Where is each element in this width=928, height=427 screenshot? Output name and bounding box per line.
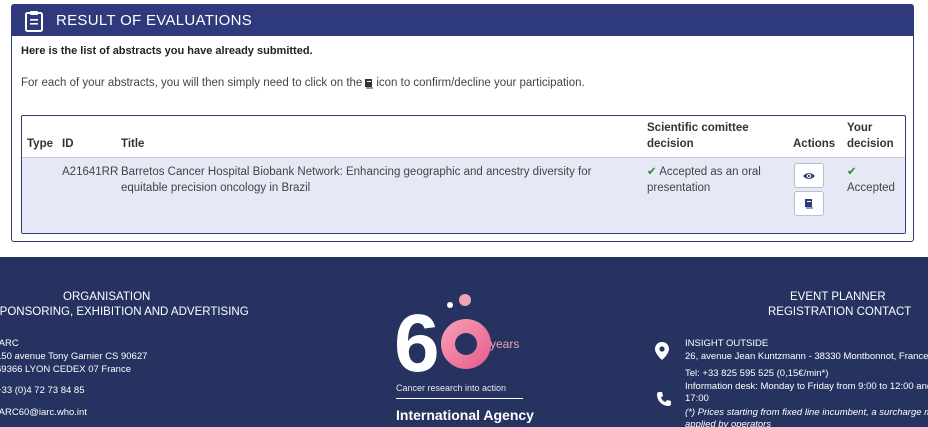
table-row: A21641RR Barretos Cancer Hospital Bioban…: [22, 157, 905, 233]
agency-name: International Agency: [396, 407, 534, 423]
intro-bold-text: Here is the list of abstracts you have a…: [21, 45, 313, 57]
event-desk-l1: Information desk: Monday to Friday from …: [685, 381, 928, 392]
event-note-l2: applied by operators: [685, 419, 772, 427]
clipboard-icon: [24, 10, 44, 32]
panel-header: RESULT OF EVALUATIONS: [12, 5, 913, 36]
event-note-l1: (*) Prices starting from fixed line incu…: [685, 407, 928, 418]
event-planner-title: EVENT PLANNER: [790, 291, 886, 303]
check-icon: ✔: [647, 166, 657, 178]
row-your-decision-check: ✔: [847, 164, 857, 180]
row-id: A21641RR: [62, 166, 119, 178]
row-your-decision: Accepted: [847, 182, 895, 194]
col-committee-header-l1: Scientific comittee: [647, 122, 749, 134]
col-title-header: Title: [121, 138, 145, 150]
event-address: 26, avenue Jean Kuntzmann - 38330 Montbo…: [685, 351, 928, 362]
confirm-participation-button[interactable]: [794, 191, 824, 216]
book-icon: [364, 78, 374, 89]
row-title-l2: equitable precision oncology in Brazil: [121, 182, 311, 194]
phone-icon: [656, 391, 672, 407]
intro-text: For each of your abstracts, you will the…: [21, 77, 585, 89]
book-icon: [805, 199, 813, 209]
org-line-street: 150 avenue Tony Garnier CS 90627: [0, 351, 148, 362]
logo-graphic: 6 years: [394, 294, 519, 389]
col-actions-header: Actions: [793, 138, 836, 150]
map-pin-icon: [655, 342, 669, 360]
logo-tagline: Cancer research into action: [396, 383, 507, 393]
logo-years: years: [490, 337, 519, 351]
event-company: INSIGHT OUTSIDE: [685, 338, 769, 349]
abstracts-table: Type ID Title Scientific comittee decisi…: [21, 115, 906, 234]
row-title-l1: Barretos Cancer Hospital Biobank Network…: [121, 166, 592, 178]
registration-contact-subtitle: REGISTRATION CONTACT: [768, 306, 912, 318]
org-line-city: 69366 LYON CEDEX 07 France: [0, 364, 132, 375]
row-committee-l2: presentation: [647, 182, 711, 194]
logo-digit-6: 6: [394, 298, 440, 383]
row-committee-l1: Accepted as an oral: [659, 166, 761, 178]
organisation-title: ORGANISATION: [63, 291, 151, 303]
organisation-subtitle: SPONSORING, EXHIBITION AND ADVERTISING: [0, 306, 249, 318]
site-footer: ORGANISATION SPONSORING, EXHIBITION AND …: [0, 257, 928, 427]
table-header: Type ID Title Scientific comittee decisi…: [22, 116, 905, 157]
col-committee-header-l2: decision: [647, 138, 694, 150]
view-abstract-button[interactable]: [794, 163, 824, 188]
eye-icon: [803, 172, 815, 179]
row-committee-decision: ✔ Accepted as an oral: [647, 164, 761, 180]
col-your-decision-header-l1: Your: [847, 122, 873, 134]
panel-title: RESULT OF EVALUATIONS: [56, 12, 253, 29]
org-email-link[interactable]: IARC60@iarc.who.int: [0, 407, 87, 418]
logo-divider: [396, 398, 523, 399]
event-desk-l2: 17:00: [685, 393, 709, 404]
col-type-header: Type: [27, 138, 53, 150]
event-tel: Tel: +33 825 595 525 (0,15€/min*): [685, 368, 829, 379]
intro-text-post: icon to confirm/decline your participati…: [376, 77, 585, 89]
evaluations-panel: RESULT OF EVALUATIONS Here is the list o…: [11, 4, 914, 242]
org-line-name: IARC: [0, 338, 19, 349]
col-id-header: ID: [62, 138, 74, 150]
org-line-phone: +33 (0)4 72 73 84 85: [0, 385, 85, 396]
intro-text-pre: For each of your abstracts, you will the…: [21, 77, 363, 89]
check-icon: ✔: [847, 166, 857, 178]
col-your-decision-header-l2: decision: [847, 138, 894, 150]
